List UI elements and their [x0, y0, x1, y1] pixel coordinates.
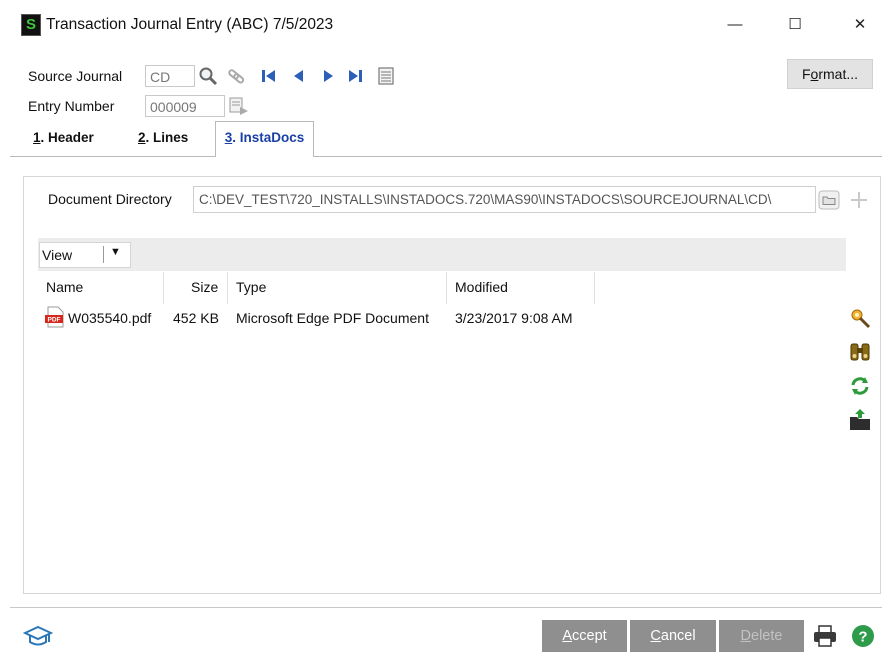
tab-instadocs-label: . InstaDocs: [232, 130, 305, 145]
column-separator[interactable]: [227, 272, 228, 304]
column-type[interactable]: Type: [236, 279, 266, 295]
column-name[interactable]: Name: [46, 279, 83, 295]
folder-browse-icon[interactable]: [818, 189, 840, 211]
format-button-rest: rmat...: [818, 66, 859, 82]
previous-record-icon[interactable]: [289, 66, 309, 86]
row-size: 452 KB: [173, 310, 219, 326]
column-size[interactable]: Size: [191, 279, 218, 295]
pdf-file-icon: PDF: [45, 306, 64, 328]
row-modified: 3/23/2017 9:08 AM: [455, 310, 573, 326]
tab-lines[interactable]: 2. Lines: [138, 130, 188, 145]
binoculars-icon[interactable]: [848, 340, 872, 364]
delete-button[interactable]: Delete: [719, 620, 804, 652]
format-button-key: F: [801, 66, 811, 82]
cancel-button-label: ancel: [660, 628, 696, 644]
source-journal-input[interactable]: CD: [145, 65, 195, 87]
app-icon: S: [21, 14, 41, 36]
refresh-icon[interactable]: [848, 374, 872, 398]
tab-lines-key: 2: [138, 130, 146, 145]
notes-list-icon[interactable]: [376, 66, 396, 86]
document-directory-input[interactable]: C:\DEV_TEST\720_INSTALLS\INSTADOCS.720\M…: [193, 186, 816, 213]
delete-button-key: D: [740, 628, 752, 644]
first-record-icon[interactable]: [259, 66, 279, 86]
column-separator[interactable]: [446, 272, 447, 304]
source-journal-label: Source Journal: [28, 68, 123, 84]
accept-button[interactable]: Accept: [542, 620, 627, 652]
svg-text:PDF: PDF: [48, 317, 61, 324]
row-name[interactable]: W035540.pdf: [68, 310, 151, 326]
chevron-down-icon[interactable]: ▼: [110, 246, 121, 258]
printer-icon[interactable]: [812, 624, 838, 648]
lookup-magnifier-icon[interactable]: [198, 66, 218, 86]
minimize-button[interactable]: —: [713, 10, 757, 40]
table-row[interactable]: PDF: [44, 306, 66, 328]
row-type: Microsoft Edge PDF Document: [236, 310, 429, 326]
window-title: Transaction Journal Entry (ABC) 7/5/2023: [46, 16, 334, 33]
entry-number-input[interactable]: 000009: [145, 95, 225, 117]
tab-divider: [10, 156, 882, 157]
add-icon[interactable]: [849, 190, 869, 210]
tab-header[interactable]: 1. Header: [33, 130, 94, 145]
column-modified[interactable]: Modified: [455, 279, 508, 295]
last-record-icon[interactable]: [346, 66, 366, 86]
footer-divider: [10, 607, 882, 608]
entry-number-label: Entry Number: [28, 98, 115, 114]
column-separator[interactable]: [594, 272, 595, 304]
column-separator[interactable]: [163, 272, 164, 304]
next-number-icon[interactable]: [228, 95, 250, 117]
maximize-button[interactable]: ☐: [773, 10, 817, 40]
accept-button-label: ccept: [572, 628, 607, 644]
document-directory-label: Document Directory: [48, 191, 172, 207]
tab-instadocs[interactable]: 3. InstaDocs: [215, 121, 314, 157]
view-dropdown-separator: [103, 246, 104, 263]
settings-wand-icon[interactable]: [848, 306, 872, 330]
tab-header-label: . Header: [40, 130, 94, 145]
tab-lines-label: . Lines: [145, 130, 189, 145]
close-button[interactable]: ✕: [838, 10, 882, 40]
tab-header-key: 1: [33, 130, 41, 145]
view-toolbar: [38, 238, 846, 271]
next-record-icon[interactable]: [318, 66, 338, 86]
link-icon[interactable]: [226, 66, 246, 86]
view-dropdown-label: View: [42, 247, 73, 263]
cancel-button[interactable]: Cancel: [630, 620, 716, 652]
help-icon[interactable]: ?: [851, 624, 875, 648]
delete-button-label: elete: [751, 628, 783, 644]
cancel-button-key: C: [650, 628, 661, 644]
upload-folder-icon[interactable]: [848, 408, 872, 432]
graduation-cap-icon[interactable]: [23, 624, 53, 648]
accept-button-key: A: [562, 628, 572, 644]
format-button[interactable]: Format...: [787, 59, 873, 89]
svg-text:?: ?: [858, 629, 867, 646]
